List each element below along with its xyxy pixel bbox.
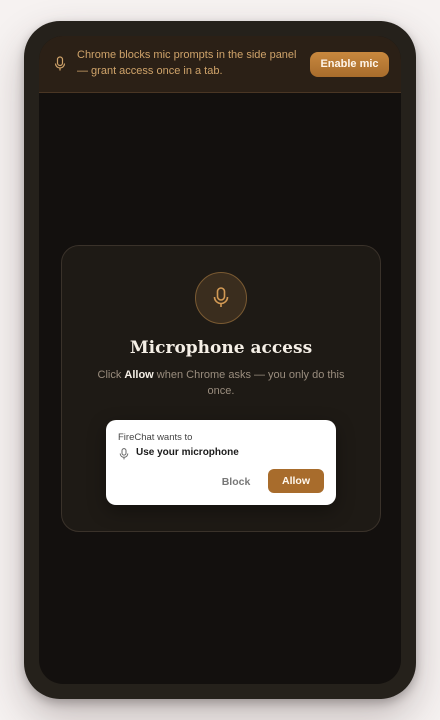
block-button[interactable]: Block (212, 470, 260, 494)
side-panel-screen: Chrome blocks mic prompts in the side pa… (39, 36, 401, 684)
enable-mic-button[interactable]: Enable mic (310, 52, 389, 77)
instructions-suffix: when Chrome asks — you only do this once… (153, 369, 345, 397)
page-title: Microphone access (129, 338, 313, 358)
microphone-icon (53, 56, 67, 72)
microphone-icon (213, 287, 229, 307)
prompt-request-text: Use your microphone (136, 447, 239, 458)
microphone-icon (119, 447, 129, 460)
mic-permission-banner: Chrome blocks mic prompts in the side pa… (39, 36, 401, 93)
microphone-badge (195, 272, 247, 324)
allow-button[interactable]: Allow (268, 469, 324, 493)
instructions-allow-word: Allow (124, 369, 154, 381)
instructions-prefix: Click (97, 369, 125, 381)
banner-message: Chrome blocks mic prompts in the side pa… (77, 49, 297, 77)
instructions-text: Click Allow when Chrome asks — you only … (92, 367, 350, 399)
permission-prompt: FireChat wants to Use your microphone Bl… (106, 420, 336, 505)
microphone-access-card: Microphone access Click Allow when Chrom… (61, 245, 381, 532)
prompt-origin-text: FireChat wants to (118, 432, 193, 443)
phone-frame: Chrome blocks mic prompts in the side pa… (24, 21, 416, 699)
